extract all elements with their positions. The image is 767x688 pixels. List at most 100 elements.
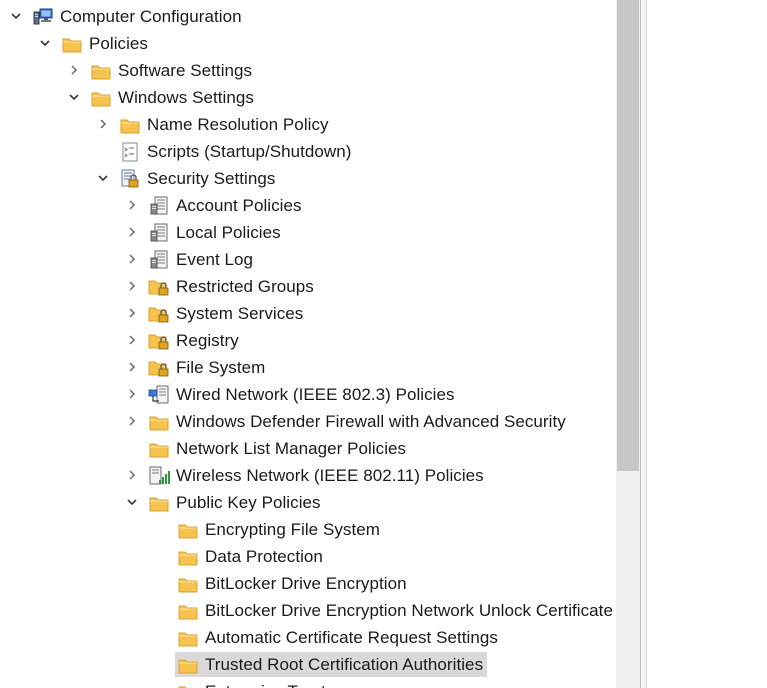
tree-node-content[interactable]: Policies [59,31,152,56]
tree-node-label: Wireless Network (IEEE 802.11) Policies [176,466,484,485]
tree-node-content[interactable]: Local Policies [146,220,285,245]
tree-node[interactable]: Scripts (Startup/Shutdown) [0,138,616,165]
tree-node-content[interactable]: Windows Defender Firewall with Advanced … [146,409,570,434]
tree-node-content[interactable]: Name Resolution Policy [117,112,333,137]
tree-node[interactable]: Windows Settings [0,84,616,111]
details-pane [647,0,767,688]
folder-icon [90,88,112,108]
tree-node-content[interactable]: Wired Network (IEEE 802.3) Policies [146,382,459,407]
chevron-down-icon[interactable] [124,494,140,510]
tree-node[interactable]: Policies [0,30,616,57]
tree-node-content[interactable]: File System [146,355,269,380]
tree-node[interactable]: System Services [0,300,616,327]
tree-node[interactable]: Data Protection [0,543,616,570]
tree-scrollbar[interactable] [616,0,640,688]
chevron-right-icon[interactable] [95,116,111,132]
tree-node[interactable]: Windows Defender Firewall with Advanced … [0,408,616,435]
chevron-down-icon[interactable] [95,170,111,186]
tree-node-selected[interactable]: Trusted Root Certification Authorities [0,651,616,678]
chevron-right-icon[interactable] [124,467,140,483]
tree-node-content[interactable]: Software Settings [88,58,256,83]
tree-node-label: Wired Network (IEEE 802.3) Policies [176,385,455,404]
tree-node[interactable]: Local Policies [0,219,616,246]
tree-node[interactable]: BitLocker Drive Encryption [0,570,616,597]
folder-icon [148,439,170,459]
wired-network-icon [148,385,170,405]
tree-node-content[interactable]: Event Log [146,247,257,272]
tree-node[interactable]: Software Settings [0,57,616,84]
tree-node[interactable]: Public Key Policies [0,489,616,516]
wireless-network-icon [148,466,170,486]
tree-node-content[interactable]: Restricted Groups [146,274,318,299]
chevron-right-icon[interactable] [124,251,140,267]
tree-node-content[interactable]: Encrypting File System [175,517,384,542]
chevron-right-icon[interactable] [66,62,82,78]
tree-node[interactable]: Event Log [0,246,616,273]
tree-node-content[interactable]: Account Policies [146,193,306,218]
tree-node[interactable]: Enterprise Trust [0,678,616,688]
tree-node-content[interactable]: Scripts (Startup/Shutdown) [117,139,355,164]
console-tree[interactable]: Computer Configuration Policies Software… [0,0,616,688]
folder-icon [177,547,199,567]
tree-node-label: Name Resolution Policy [147,115,329,134]
chevron-right-icon[interactable] [124,197,140,213]
chevron-down-icon[interactable] [66,89,82,105]
tree-node-label: Scripts (Startup/Shutdown) [147,142,352,161]
tree-node-content[interactable]: Security Settings [117,166,279,191]
tree-node[interactable]: Automatic Certificate Request Settings [0,624,616,651]
tree-node-content[interactable]: Data Protection [175,544,327,569]
tree-node-content[interactable]: BitLocker Drive Encryption [175,571,411,596]
chevron-right-icon[interactable] [124,332,140,348]
chevron-right-icon[interactable] [124,224,140,240]
tree-node-label: Data Protection [205,547,323,566]
tree-node[interactable]: Account Policies [0,192,616,219]
tree-node-label: BitLocker Drive Encryption [205,574,407,593]
chevron-right-icon[interactable] [124,386,140,402]
chevron-right-icon[interactable] [124,305,140,321]
tree-node[interactable]: Network List Manager Policies [0,435,616,462]
locked-folder-icon [148,331,170,351]
folder-icon [177,628,199,648]
tree-node[interactable]: Registry [0,327,616,354]
folder-icon [148,412,170,432]
tree-node-content[interactable]: Public Key Policies [146,490,325,515]
tree-node[interactable]: Wired Network (IEEE 802.3) Policies [0,381,616,408]
chevron-right-icon[interactable] [124,413,140,429]
tree-node-label: Account Policies [176,196,302,215]
tree-node[interactable]: Restricted Groups [0,273,616,300]
tree-node-content[interactable]: System Services [146,301,307,326]
tree-node-label: Security Settings [147,169,276,188]
chevron-right-icon[interactable] [124,359,140,375]
tree-node-label: Local Policies [176,223,281,242]
tree-node-content[interactable]: BitLocker Drive Encryption Network Unloc… [175,598,616,623]
tree-node-content[interactable]: Wireless Network (IEEE 802.11) Policies [146,463,488,488]
chevron-right-icon[interactable] [124,278,140,294]
tree-node[interactable]: BitLocker Drive Encryption Network Unloc… [0,597,616,624]
tree-node-label: Network List Manager Policies [176,439,407,458]
chevron-down-icon[interactable] [8,8,24,24]
tree-node[interactable]: File System [0,354,616,381]
locked-folder-icon [148,304,170,324]
tree-node-label: Trusted Root Certification Authorities [205,655,484,674]
tree-node-content[interactable]: Windows Settings [88,85,258,110]
tree-node-content[interactable]: Registry [146,328,243,353]
script-icon [119,142,141,162]
folder-icon [177,520,199,540]
chevron-down-icon[interactable] [37,35,53,51]
tree-node[interactable]: Computer Configuration [0,3,616,30]
policy-document-icon [148,223,170,243]
tree-node[interactable]: Security Settings [0,165,616,192]
tree-node-content[interactable]: Automatic Certificate Request Settings [175,625,502,650]
tree-node-content[interactable]: Trusted Root Certification Authorities [175,652,488,677]
tree-node-content[interactable]: Computer Configuration [30,4,246,29]
tree-node[interactable]: Wireless Network (IEEE 802.11) Policies [0,462,616,489]
security-settings-icon [119,169,141,189]
scrollbar-thumb[interactable] [617,0,639,471]
tree-node-label: Software Settings [118,61,253,80]
tree-node[interactable]: Name Resolution Policy [0,111,616,138]
tree-node-content[interactable]: Enterprise Trust [175,679,330,688]
tree-node-content[interactable]: Network List Manager Policies [146,436,410,461]
tree-node-label: File System [176,358,266,377]
locked-folder-icon [148,358,170,378]
tree-node[interactable]: Encrypting File System [0,516,616,543]
